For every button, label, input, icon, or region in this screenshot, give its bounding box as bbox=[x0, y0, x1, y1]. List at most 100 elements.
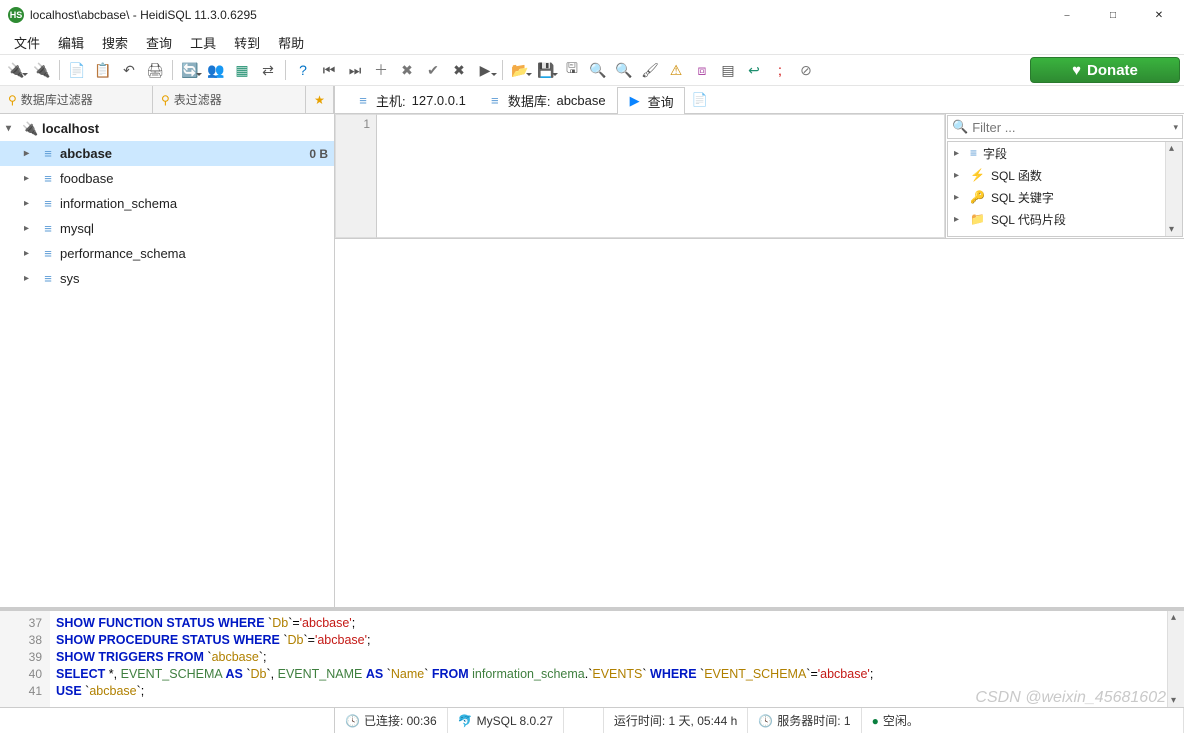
run-icon[interactable]: ▶ bbox=[473, 58, 497, 82]
tab-host[interactable]: ≡主机: 127.0.0.1 bbox=[345, 86, 477, 113]
menubar: 文件编辑搜索查询工具转到帮助 bbox=[0, 30, 1184, 54]
chevron-right-icon: ▸ bbox=[24, 148, 36, 159]
wrap-icon[interactable]: ↩ bbox=[742, 58, 766, 82]
menu-文件[interactable]: 文件 bbox=[6, 31, 48, 54]
tab-database[interactable]: ≡数据库: abcbase bbox=[477, 86, 617, 113]
apply-icon[interactable]: ✔ bbox=[421, 58, 445, 82]
menu-帮助[interactable]: 帮助 bbox=[270, 31, 312, 54]
semi-icon[interactable]: ; bbox=[768, 58, 792, 82]
database-icon: ≡ bbox=[40, 271, 56, 286]
menu-查询[interactable]: 查询 bbox=[138, 31, 180, 54]
tree-db-information_schema[interactable]: ▸≡information_schema bbox=[0, 191, 334, 216]
connect-icon[interactable]: 🔌 bbox=[4, 58, 28, 82]
find2-icon[interactable]: 🔍 bbox=[612, 58, 636, 82]
tree-db-abcbase[interactable]: ▸≡abcbase0 B bbox=[0, 141, 334, 166]
editor-gutter: 1 bbox=[335, 114, 377, 238]
status-server: 🐬MySQL 8.0.27 bbox=[448, 708, 564, 733]
undo-icon[interactable]: ↶ bbox=[117, 58, 141, 82]
tab-query[interactable]: ▶查询 bbox=[617, 87, 685, 114]
brush-icon[interactable]: 🖌 bbox=[638, 58, 662, 82]
minimize-button[interactable]: – bbox=[1044, 0, 1090, 30]
helper-icon: ⚡ bbox=[970, 168, 985, 182]
save-icon[interactable]: 💾 bbox=[534, 58, 558, 82]
add-icon[interactable]: ＋ bbox=[369, 58, 393, 82]
warn-icon[interactable]: ⚠ bbox=[664, 58, 688, 82]
chevron-right-icon: ▸ bbox=[954, 170, 964, 181]
db-icon: ≡ bbox=[488, 93, 502, 108]
toolbar-separator bbox=[59, 60, 60, 80]
tree-root[interactable]: ▾🔌localhost bbox=[0, 116, 334, 141]
chevron-right-icon: ▸ bbox=[954, 192, 964, 203]
helpers-filter-input[interactable]: 🔍 Filter ... ▾ bbox=[947, 115, 1183, 139]
sql-editor[interactable]: 1 bbox=[335, 114, 946, 238]
dolphin-icon: 🐬 bbox=[458, 714, 473, 728]
status-idle: ●空闲。 bbox=[862, 708, 1184, 733]
log-scrollbar[interactable] bbox=[1167, 611, 1184, 707]
circle-icon: ● bbox=[872, 714, 879, 728]
database-icon: ≡ bbox=[40, 146, 56, 161]
chevron-right-icon: ▸ bbox=[24, 198, 36, 209]
sql-icon[interactable]: ▦ bbox=[230, 58, 254, 82]
chevron-right-icon: ▸ bbox=[24, 273, 36, 284]
helpers-scrollbar[interactable] bbox=[1165, 142, 1182, 236]
table-filter-tab[interactable]: ⚲表过滤器 bbox=[153, 86, 306, 113]
export-icon[interactable]: ⇄ bbox=[256, 58, 280, 82]
tree-db-mysql[interactable]: ▸≡mysql bbox=[0, 216, 334, 241]
binary-icon[interactable]: ⧈ bbox=[690, 58, 714, 82]
new-conn-icon[interactable]: 🔌 bbox=[30, 58, 54, 82]
toolbar-separator bbox=[285, 60, 286, 80]
panel-icon[interactable]: ▤ bbox=[716, 58, 740, 82]
db-filter-tab[interactable]: ⚲数据库过滤器 bbox=[0, 86, 153, 113]
status-servertime: 服务器时间: 1 bbox=[748, 708, 861, 733]
delete-icon[interactable]: ✖ bbox=[395, 58, 419, 82]
menu-工具[interactable]: 工具 bbox=[182, 31, 224, 54]
refresh-icon[interactable]: 🔄 bbox=[178, 58, 202, 82]
helper-icon: ≡ bbox=[970, 146, 977, 160]
paste-icon[interactable]: 📋 bbox=[91, 58, 115, 82]
chevron-right-icon: ▸ bbox=[24, 223, 36, 234]
help-icon[interactable]: ? bbox=[291, 58, 315, 82]
close-button[interactable]: ✕ bbox=[1136, 0, 1182, 30]
find-icon[interactable]: 🔍 bbox=[586, 58, 610, 82]
new-query-tab[interactable]: 📄 bbox=[685, 86, 713, 113]
save2-icon[interactable]: 🖫 bbox=[560, 58, 584, 82]
helper-icon: 🔑 bbox=[970, 190, 985, 204]
favorites-tab-icon[interactable]: ★ bbox=[306, 86, 334, 113]
users-icon[interactable]: 👥 bbox=[204, 58, 228, 82]
open-icon[interactable]: 📂 bbox=[508, 58, 532, 82]
helper-SQL 函数[interactable]: ▸⚡SQL 函数 bbox=[948, 164, 1182, 186]
log-text[interactable]: SHOW FUNCTION STATUS WHERE `Db`='abcbase… bbox=[50, 611, 1184, 707]
helper-icon: 📁 bbox=[970, 212, 985, 226]
tree-db-foodbase[interactable]: ▸≡foodbase bbox=[0, 166, 334, 191]
chevron-right-icon: ▸ bbox=[954, 148, 964, 159]
tree-db-performance_schema[interactable]: ▸≡performance_schema bbox=[0, 241, 334, 266]
menu-转到[interactable]: 转到 bbox=[226, 31, 268, 54]
donate-button[interactable]: Donate bbox=[1030, 57, 1180, 83]
stop-icon[interactable]: ⊘ bbox=[794, 58, 818, 82]
toolbar-separator bbox=[172, 60, 173, 80]
toolbar-separator bbox=[502, 60, 503, 80]
db-tree-panel: ▾🔌localhost▸≡abcbase0 B▸≡foodbase▸≡infor… bbox=[0, 114, 335, 607]
log-panel: 3738394041 SHOW FUNCTION STATUS WHERE `D… bbox=[0, 607, 1184, 707]
helper-SQL 关键字[interactable]: ▸🔑SQL 关键字 bbox=[948, 186, 1182, 208]
print-icon[interactable]: 🖨 bbox=[143, 58, 167, 82]
editor-text-area[interactable] bbox=[377, 114, 945, 238]
maximize-button[interactable]: □ bbox=[1090, 0, 1136, 30]
tree-db-sys[interactable]: ▸≡sys bbox=[0, 266, 334, 291]
helpers-panel: 🔍 Filter ... ▾ ▸≡字段▸⚡SQL 函数▸🔑SQL 关键字▸📁SQ… bbox=[946, 114, 1184, 238]
last-icon[interactable]: ⏭ bbox=[343, 58, 367, 82]
menu-编辑[interactable]: 编辑 bbox=[50, 31, 92, 54]
chevron-right-icon: ▸ bbox=[24, 248, 36, 259]
chevron-right-icon: ▸ bbox=[954, 214, 964, 225]
status-connected: 已连接: 00:36 bbox=[335, 708, 448, 733]
copy-icon[interactable]: 📄 bbox=[65, 58, 89, 82]
helper-字段[interactable]: ▸≡字段 bbox=[948, 142, 1182, 164]
helper-SQL 代码片段[interactable]: ▸📁SQL 代码片段 bbox=[948, 208, 1182, 230]
menu-搜索[interactable]: 搜索 bbox=[94, 31, 136, 54]
log-gutter: 3738394041 bbox=[0, 611, 50, 707]
chevron-down-icon[interactable]: ▾ bbox=[1173, 122, 1178, 133]
database-icon: ≡ bbox=[40, 171, 56, 186]
chevron-right-icon: ▸ bbox=[24, 173, 36, 184]
first-icon[interactable]: ⏮ bbox=[317, 58, 341, 82]
cancel-icon[interactable]: ✖ bbox=[447, 58, 471, 82]
